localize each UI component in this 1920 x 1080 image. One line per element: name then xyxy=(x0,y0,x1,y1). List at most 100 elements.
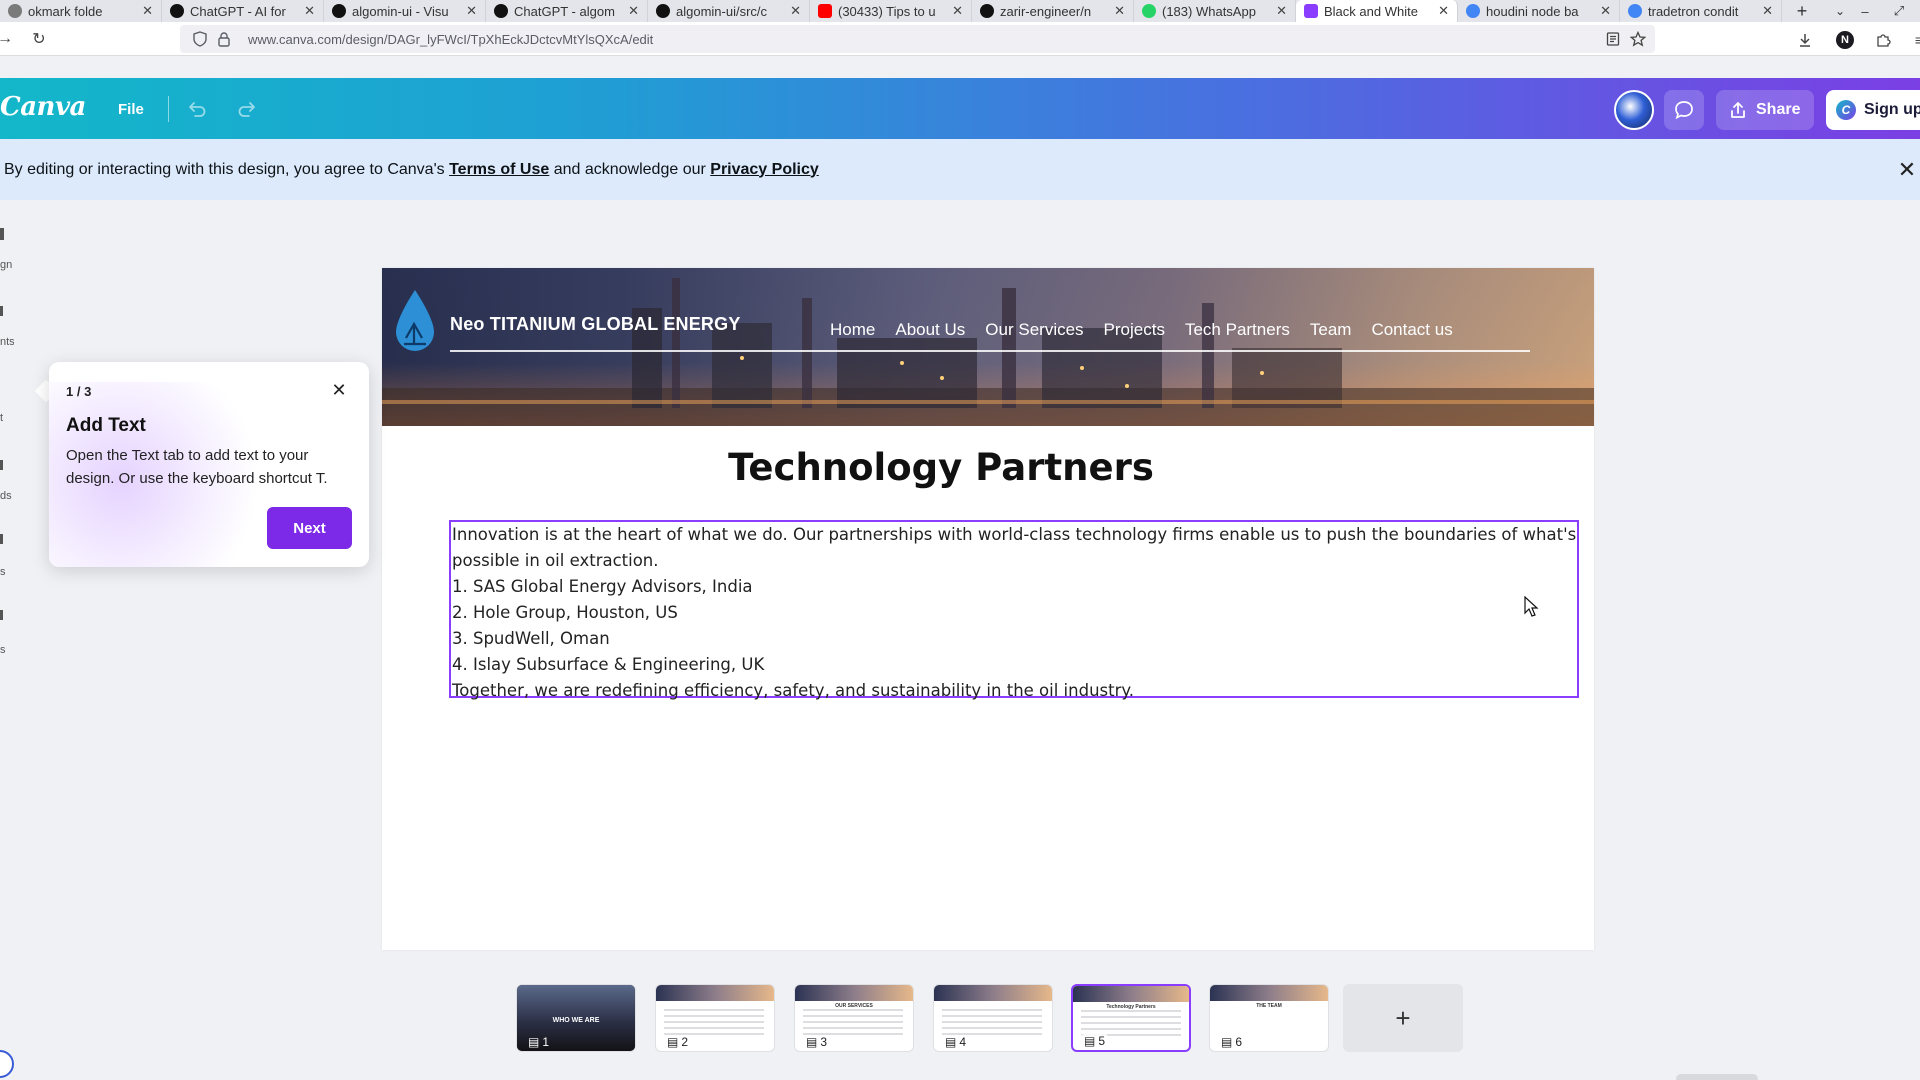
rail-label[interactable]: nts xyxy=(0,336,14,348)
page-thumbnail[interactable]: ▤ 2 xyxy=(655,984,775,1052)
page-number: ▤ 2 xyxy=(664,1035,692,1049)
address-bar[interactable]: www.canva.com/design/DAGr_lyFWcI/TpXhEck… xyxy=(180,25,1655,53)
nav-our-services[interactable]: Our Services xyxy=(975,320,1093,340)
nav-projects[interactable]: Projects xyxy=(1094,320,1175,340)
rail-label[interactable]: t xyxy=(0,412,14,424)
privacy-policy-link[interactable]: Privacy Policy xyxy=(710,161,819,179)
close-icon[interactable]: ✕ xyxy=(1114,3,1125,19)
chatgpt-icon xyxy=(332,4,346,18)
reload-icon[interactable]: ↻ xyxy=(28,28,50,50)
close-icon[interactable]: ✕ xyxy=(790,3,801,19)
back-arrow-icon[interactable]: → xyxy=(0,28,16,50)
site-navigation: Home About Us Our Services Projects Tech… xyxy=(820,320,1463,340)
bookmark-star-icon[interactable] xyxy=(1630,31,1646,47)
rail-label[interactable]: s xyxy=(0,644,14,656)
rail-icon[interactable] xyxy=(0,306,3,316)
nav-home[interactable]: Home xyxy=(820,320,885,340)
close-icon[interactable]: ✕ xyxy=(1276,3,1287,19)
close-icon[interactable]: ✕ xyxy=(1762,3,1773,19)
reader-view-icon[interactable] xyxy=(1605,31,1621,47)
share-button[interactable]: Share xyxy=(1716,90,1814,130)
browser-tab[interactable]: algomin-ui - Visu ✕ xyxy=(324,0,486,22)
tab-label: zarir-engineer/n xyxy=(1000,3,1092,19)
rail-icon[interactable] xyxy=(0,610,3,620)
page-number: ▤ 4 xyxy=(942,1035,970,1049)
tab-label: ChatGPT - AI for xyxy=(190,3,286,19)
lock-icon xyxy=(218,32,230,47)
nav-contact-us[interactable]: Contact us xyxy=(1361,320,1462,340)
sign-up-button[interactable]: C Sign up xyxy=(1826,90,1920,130)
restore-icon[interactable]: ⤢ xyxy=(1884,0,1914,22)
shield-icon xyxy=(193,31,207,47)
browser-tab[interactable]: ChatGPT - algom ✕ xyxy=(486,0,648,22)
zoom-control[interactable] xyxy=(1676,1074,1758,1080)
browser-tab[interactable]: ChatGPT - AI for ✕ xyxy=(162,0,324,22)
rail-label[interactable]: s xyxy=(0,566,14,578)
browser-tab[interactable]: algomin-ui/src/c ✕ xyxy=(648,0,810,22)
page-thumbnail[interactable]: OUR SERVICES ▤ 3 xyxy=(794,984,914,1052)
comment-icon[interactable] xyxy=(1664,90,1704,130)
page-thumbnail[interactable]: WHO WE ARE ▤ 1 xyxy=(516,984,636,1052)
body-paragraph: Innovation is at the heart of what we do… xyxy=(452,525,1577,570)
browser-tab[interactable]: zarir-engineer/n ✕ xyxy=(972,0,1134,22)
close-icon[interactable]: ✕ xyxy=(327,378,351,402)
browser-tab-active[interactable]: Black and White ✕ xyxy=(1296,0,1458,22)
close-icon[interactable]: ✕ xyxy=(1600,3,1611,19)
close-icon[interactable]: ✕ xyxy=(628,3,639,19)
minimize-icon[interactable]: – xyxy=(1850,0,1880,22)
selected-text-box[interactable]: Innovation is at the heart of what we do… xyxy=(449,520,1579,700)
tab-label: algomin-ui - Visu xyxy=(352,3,449,19)
page-title[interactable]: Technology Partners xyxy=(382,446,1500,489)
design-page[interactable]: Neo TITANIUM GLOBAL ENERGY Home About Us… xyxy=(382,268,1594,950)
company-name[interactable]: Neo TITANIUM GLOBAL ENERGY xyxy=(450,314,741,335)
undo-icon[interactable] xyxy=(184,96,210,122)
download-icon[interactable] xyxy=(1796,31,1814,49)
close-icon[interactable]: ✕ xyxy=(466,3,477,19)
canva-logo[interactable]: Canva xyxy=(0,92,86,122)
nav-about-us[interactable]: About Us xyxy=(885,320,975,340)
comment-small-icon: ▤ xyxy=(1221,1035,1233,1049)
add-page-button[interactable]: + xyxy=(1343,984,1463,1052)
tooltip-body: Open the Text tab to add text to your de… xyxy=(66,447,328,487)
oil-drop-logo-icon[interactable] xyxy=(392,288,438,354)
browser-tab[interactable]: okmark folde ✕ xyxy=(0,0,162,22)
browser-tab[interactable]: (30433) Tips to u ✕ xyxy=(810,0,972,22)
rail-icon[interactable] xyxy=(0,460,3,470)
browser-tab[interactable]: (183) WhatsApp ✕ xyxy=(1134,0,1296,22)
canva-c-icon: C xyxy=(1836,100,1856,120)
user-avatar[interactable] xyxy=(1614,90,1654,130)
tab-label: (30433) Tips to u xyxy=(838,3,936,19)
rail-icon[interactable] xyxy=(0,228,4,240)
close-icon[interactable]: ✕ xyxy=(952,3,963,19)
nav-tech-partners[interactable]: Tech Partners xyxy=(1175,320,1300,340)
close-icon[interactable]: ✕ xyxy=(142,3,153,19)
github-icon xyxy=(656,4,670,18)
rail-label[interactable]: gn xyxy=(0,259,14,271)
onboarding-tooltip: 1 / 3 ✕ Add Text Open the Text tab to ad… xyxy=(49,362,369,567)
extensions-puzzle-icon[interactable] xyxy=(1874,31,1892,49)
rail-label[interactable]: ds xyxy=(0,490,14,502)
redo-icon[interactable] xyxy=(234,96,260,122)
file-menu-button[interactable]: File xyxy=(108,94,154,124)
close-icon[interactable]: ✕ xyxy=(1894,157,1920,183)
browser-tab[interactable]: houdini node ba ✕ xyxy=(1458,0,1620,22)
new-tab-button[interactable]: + xyxy=(1782,0,1822,22)
page-number: ▤ 3 xyxy=(803,1035,831,1049)
page-thumbnail[interactable]: THE TEAM ▤ 6 xyxy=(1209,984,1329,1052)
page-thumbnail[interactable]: ▤ 4 xyxy=(933,984,1053,1052)
browser-tab[interactable]: tradetron condit ✕ xyxy=(1620,0,1782,22)
menu-icon[interactable]: ≡ xyxy=(1910,31,1920,49)
terms-of-use-link[interactable]: Terms of Use xyxy=(449,161,549,179)
nav-team[interactable]: Team xyxy=(1300,320,1362,340)
page-thumbnail-selected[interactable]: Technology Partners ▤ 5 xyxy=(1071,984,1191,1052)
tab-label: algomin-ui/src/c xyxy=(676,3,768,19)
rail-icon[interactable] xyxy=(0,534,3,544)
close-icon[interactable]: ✕ xyxy=(1438,3,1449,19)
close-icon[interactable]: ✕ xyxy=(304,3,315,19)
next-button[interactable]: Next xyxy=(267,507,352,549)
profile-avatar[interactable]: N xyxy=(1836,31,1854,49)
header-banner-image[interactable]: Neo TITANIUM GLOBAL ENERGY Home About Us… xyxy=(382,268,1594,426)
share-label: Share xyxy=(1756,101,1801,118)
refinery-illustration xyxy=(382,278,1594,426)
help-icon[interactable] xyxy=(0,1050,14,1078)
